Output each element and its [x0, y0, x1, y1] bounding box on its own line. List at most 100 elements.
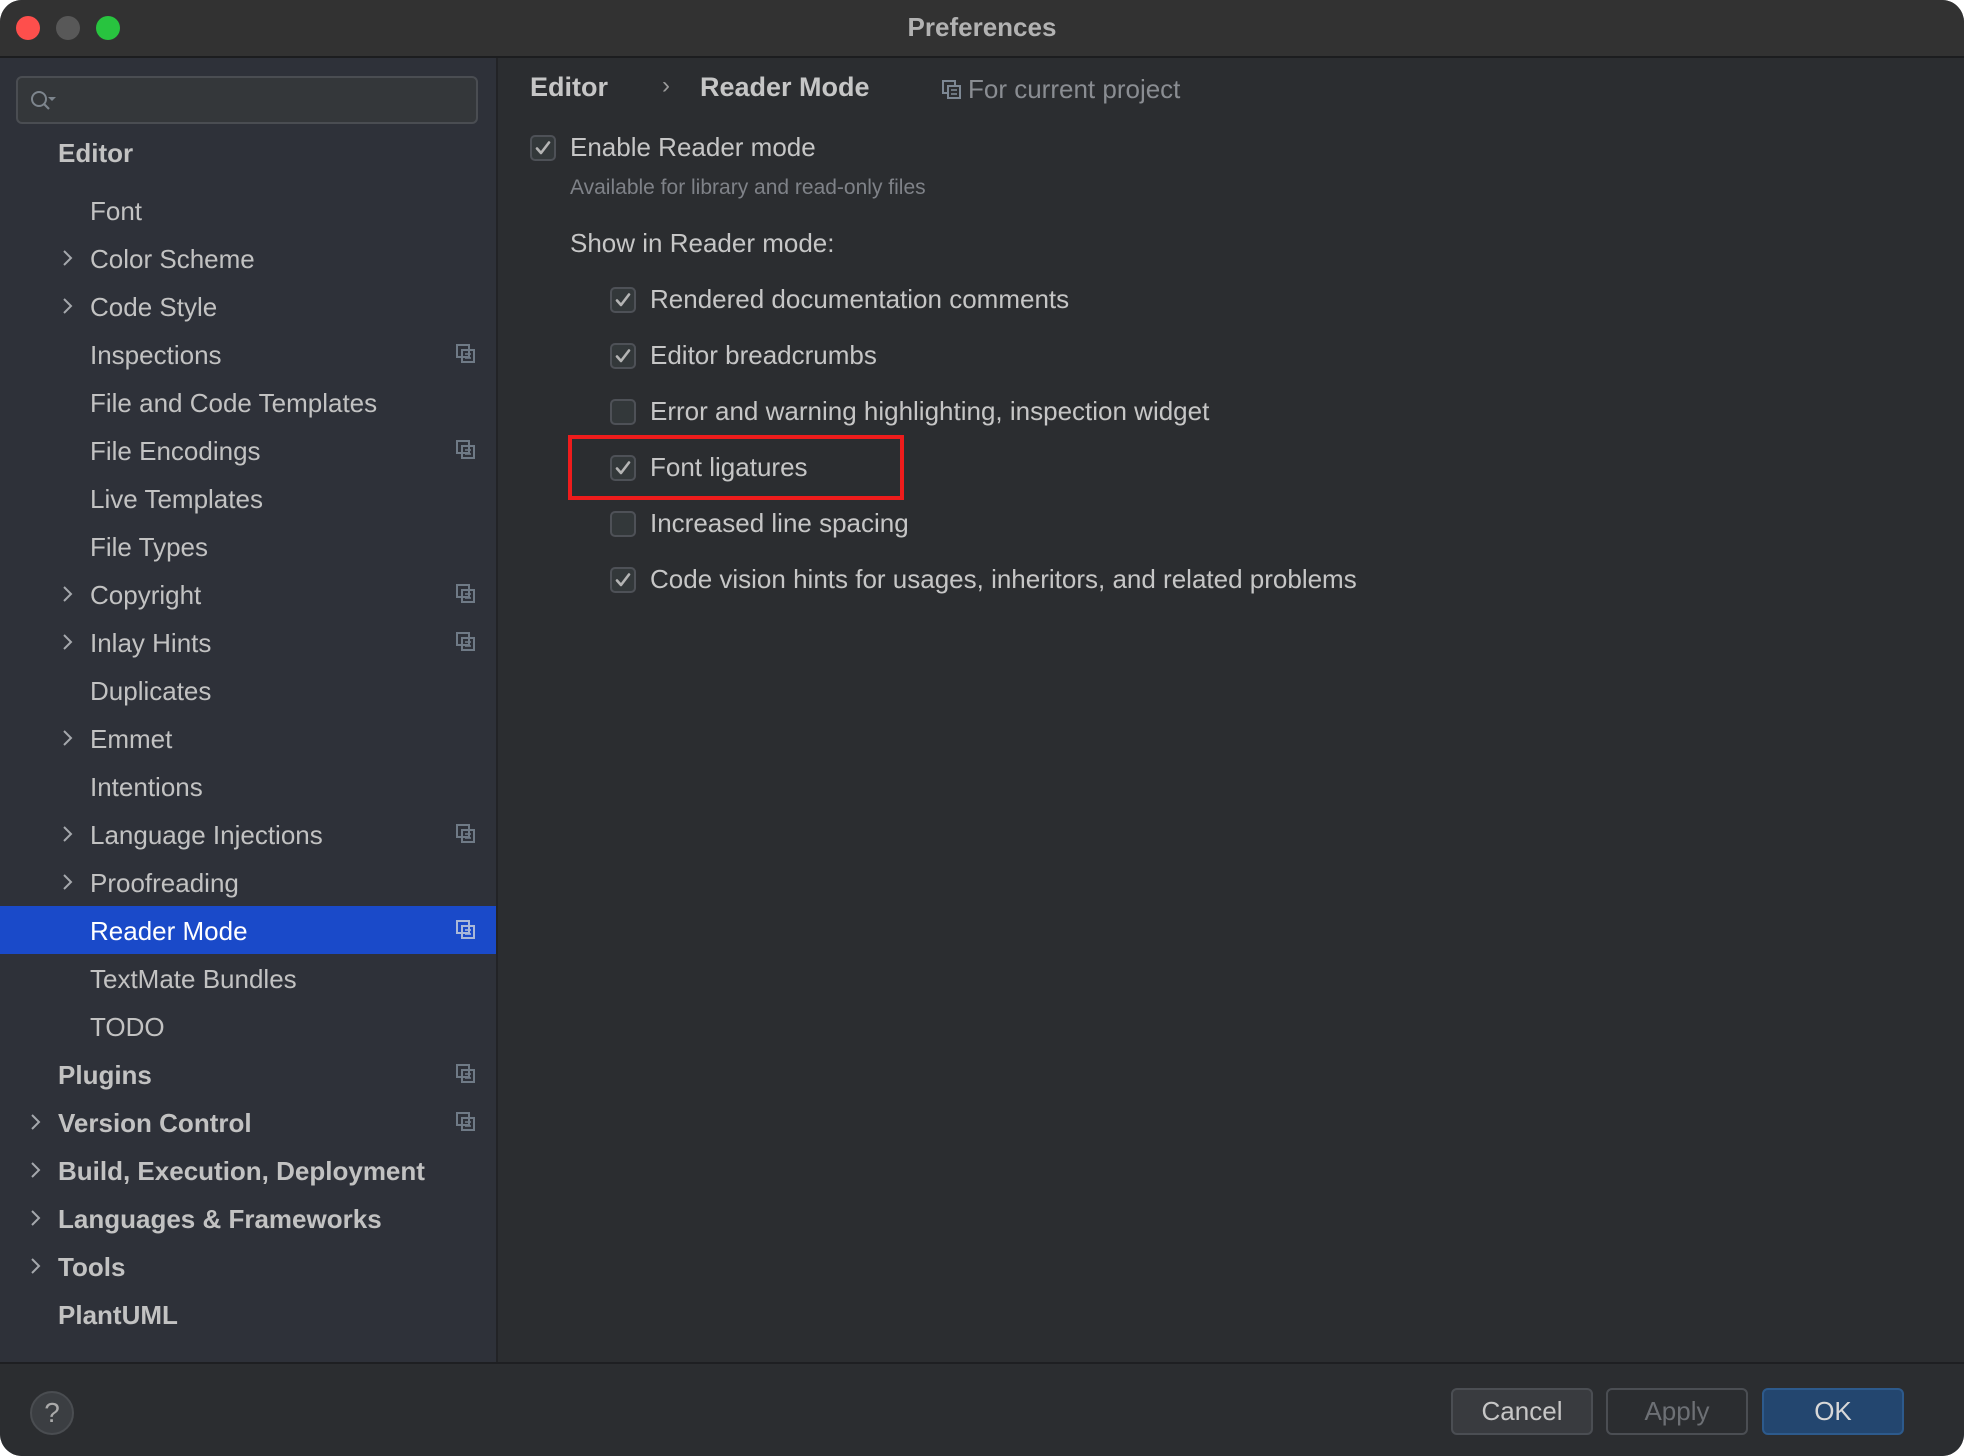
sidebar-item[interactable]: PlantUML [0, 1290, 496, 1338]
chevron-right-icon[interactable] [58, 248, 78, 268]
sidebar-item-label: PlantUML [58, 1300, 178, 1330]
sidebar-item-label: Font [90, 196, 143, 226]
settings-search-input[interactable] [68, 84, 472, 118]
enable-reader-mode-checkbox[interactable] [530, 135, 556, 161]
chevron-right-icon[interactable] [26, 1256, 46, 1276]
project-scope-icon [942, 80, 961, 99]
sidebar-item[interactable]: Version Control [0, 1098, 496, 1146]
sidebar-item[interactable]: Language Injections [0, 810, 496, 858]
sidebar-item[interactable]: Build, Execution, Deployment [0, 1146, 496, 1194]
sidebar-item[interactable]: Inspections [0, 330, 496, 378]
project-scope-label: For current project [968, 74, 1181, 104]
annotation-highlight-box [568, 435, 904, 500]
sidebar-item[interactable]: File Types [0, 522, 496, 570]
sidebar-item[interactable]: Languages & Frameworks [0, 1194, 496, 1242]
option-checkbox[interactable] [610, 343, 636, 369]
sidebar-item[interactable]: Font [0, 186, 496, 234]
checkmark-icon [615, 573, 631, 587]
sidebar-item-label: Inspections [90, 340, 222, 370]
cancel-button[interactable]: Cancel [1451, 1388, 1593, 1435]
enable-reader-mode-hint: Available for library and read-only file… [570, 176, 926, 199]
sidebar-item-label: Color Scheme [90, 244, 255, 274]
sidebar-item-label: File Encodings [90, 436, 261, 466]
sidebar-item[interactable]: Reader Mode [0, 906, 496, 954]
project-scope-icon [456, 1064, 476, 1084]
show-in-reader-mode-label: Show in Reader mode: [570, 228, 835, 258]
chevron-right-icon[interactable] [26, 1112, 46, 1132]
breadcrumb-parent[interactable]: Editor [530, 72, 608, 103]
breadcrumb-current: Reader Mode [700, 72, 870, 102]
sidebar-item[interactable]: File Encodings [0, 426, 496, 474]
breadcrumb-separator-icon: › [662, 72, 670, 99]
option-checkbox[interactable] [610, 567, 636, 593]
project-scope-indicator: For current project [942, 74, 1180, 105]
sidebar-item[interactable]: Intentions [0, 762, 496, 810]
sticky-group-header[interactable]: Editor [0, 132, 496, 168]
sidebar-item[interactable]: Inlay Hints [0, 618, 496, 666]
chevron-right-icon[interactable] [26, 1160, 46, 1180]
checkmark-icon [615, 293, 631, 307]
sidebar-item-label: Emmet [90, 724, 173, 754]
sidebar-item-label: Inlay Hints [90, 628, 212, 658]
sticky-group-label: Editor [58, 138, 134, 168]
option-label: Rendered documentation comments [650, 284, 1070, 314]
settings-content: Editor › Reader Mode For current project… [498, 58, 1964, 1362]
settings-search-box[interactable] [16, 76, 478, 124]
sidebar-item-label: Duplicates [90, 676, 212, 706]
window-title: Preferences [907, 12, 1057, 42]
settings-sidebar: Code EditingFontColor SchemeCode StyleIn… [0, 58, 498, 1362]
chevron-right-icon[interactable] [58, 296, 78, 316]
sidebar-item-label: Version Control [58, 1108, 252, 1138]
title-bar: Preferences [0, 0, 1964, 58]
ok-button[interactable]: OK [1762, 1388, 1904, 1435]
sidebar-item[interactable]: Color Scheme [0, 234, 496, 282]
sidebar-item[interactable]: File and Code Templates [0, 378, 496, 426]
option-checkbox[interactable] [610, 511, 636, 537]
apply-button[interactable]: Apply [1606, 1388, 1748, 1435]
enable-reader-mode-label: Enable Reader mode [570, 132, 816, 162]
sidebar-item-label: Build, Execution, Deployment [58, 1156, 425, 1186]
option-label: Error and warning highlighting, inspecti… [650, 396, 1210, 426]
project-scope-icon [456, 632, 476, 652]
sidebar-item[interactable]: Code Style [0, 282, 496, 330]
sidebar-item[interactable]: Copyright [0, 570, 496, 618]
sidebar-item[interactable]: Live Templates [0, 474, 496, 522]
search-icon[interactable] [28, 88, 58, 114]
sidebar-item-label: Plugins [58, 1060, 152, 1090]
option-checkbox[interactable] [610, 399, 636, 425]
chevron-right-icon[interactable] [58, 632, 78, 652]
sidebar-item[interactable]: TODO [0, 1002, 496, 1050]
project-scope-icon [456, 440, 476, 460]
option-checkbox[interactable] [610, 287, 636, 313]
project-scope-icon [456, 584, 476, 604]
chevron-right-icon[interactable] [58, 872, 78, 892]
sidebar-item-label: File and Code Templates [90, 388, 378, 418]
chevron-right-icon[interactable] [26, 1208, 46, 1228]
sidebar-item-label: TextMate Bundles [90, 964, 297, 994]
checkmark-icon [615, 349, 631, 363]
sidebar-item[interactable]: Proofreading [0, 858, 496, 906]
chevron-right-icon[interactable] [58, 584, 78, 604]
sidebar-item[interactable]: TextMate Bundles [0, 954, 496, 1002]
sidebar-item[interactable]: Emmet [0, 714, 496, 762]
chevron-right-icon[interactable] [58, 824, 78, 844]
sidebar-item[interactable]: Duplicates [0, 666, 496, 714]
option-label: Code vision hints for usages, inheritors… [650, 564, 1357, 594]
sidebar-item-label: Intentions [90, 772, 203, 802]
help-button[interactable]: ? [30, 1391, 74, 1435]
sidebar-item[interactable]: Plugins [0, 1050, 496, 1098]
sidebar-item-label: Code Style [90, 292, 218, 322]
preferences-window: Preferences Code EditingFontColor Scheme… [0, 0, 1964, 1456]
option-label: Editor breadcrumbs [650, 340, 877, 370]
sidebar-item-label: File Types [90, 532, 209, 562]
sidebar-item-label: Copyright [90, 580, 202, 610]
sidebar-item-label: Languages & Frameworks [58, 1204, 382, 1234]
project-scope-icon [456, 824, 476, 844]
project-scope-icon [456, 1112, 476, 1132]
chevron-right-icon[interactable] [58, 728, 78, 748]
option-label: Increased line spacing [650, 508, 909, 538]
sidebar-item[interactable]: Tools [0, 1242, 496, 1290]
sidebar-item-label: Reader Mode [90, 916, 248, 946]
sidebar-item-label: Language Injections [90, 820, 323, 850]
sidebar-item-label: Tools [58, 1252, 126, 1282]
